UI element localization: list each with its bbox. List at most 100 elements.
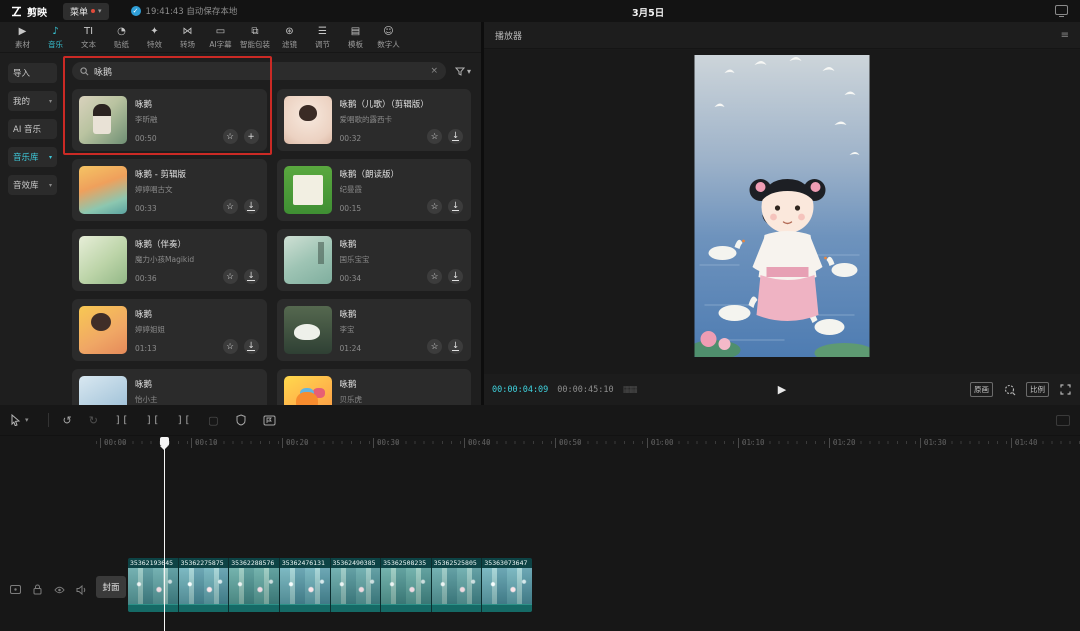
clear-search-icon[interactable]: ×	[430, 66, 438, 76]
mute-speaker-icon[interactable]	[76, 584, 87, 595]
music-title: 咏鹅	[340, 308, 465, 320]
player-menu-icon[interactable]: ≡	[1061, 30, 1069, 41]
tab-sticker[interactable]: ◔ 贴纸	[105, 25, 138, 50]
playhead-handle[interactable]	[160, 437, 169, 446]
tab-transition[interactable]: ⋈ 转场	[171, 25, 204, 50]
play-button[interactable]: ▶	[778, 383, 786, 396]
music-card[interactable]: 咏鹅 - 剪辑版 婷婷唱古文 00:33 ☆ ↓	[72, 159, 267, 221]
favorite-star-icon[interactable]: ☆	[427, 269, 442, 284]
frame-grid-icon[interactable]: ▦▦	[623, 385, 636, 395]
sidebar-item-sound-effects[interactable]: 音效库 ▾	[8, 175, 57, 195]
clip-footer	[482, 604, 532, 612]
main-area: ▶ 素材 ♪ 音乐 TI 文本 ◔ 贴纸 ✦ 特效	[0, 22, 1080, 405]
favorite-star-icon[interactable]: ☆	[223, 129, 238, 144]
favorite-star-icon[interactable]: ☆	[223, 339, 238, 354]
video-clip[interactable]: 35362525805	[432, 558, 483, 612]
sidebar-item-music-library[interactable]: 音乐库 ▾	[8, 147, 57, 167]
sidebar-item-ai-music[interactable]: AI 音乐	[8, 119, 57, 139]
download-icon[interactable]: ↓	[448, 199, 463, 214]
ruler-label: 00:00	[100, 438, 127, 448]
chevron-down-icon: ▾	[467, 67, 471, 76]
trim-left-icon[interactable]: ][	[146, 415, 160, 426]
video-clip[interactable]: 35362275875	[179, 558, 230, 612]
select-cursor-button[interactable]: ▾	[10, 414, 29, 426]
redo-button[interactable]: ↻	[89, 414, 98, 427]
original-quality-button[interactable]: 原画	[970, 382, 993, 397]
download-icon[interactable]: ↓	[244, 269, 259, 284]
sticker-icon: ◔	[117, 25, 126, 38]
tab-music[interactable]: ♪ 音乐	[39, 25, 72, 50]
video-clip[interactable]: 35362193645	[128, 558, 179, 612]
video-clip[interactable]: 35362508235	[381, 558, 432, 612]
tab-filter[interactable]: ⊛ 滤镜	[273, 25, 306, 50]
tab-adjust[interactable]: ☰ 调节	[306, 25, 339, 50]
lock-icon[interactable]	[32, 584, 43, 595]
music-card[interactable]: 咏鹅 李昕融 00:50 ☆ +	[72, 89, 267, 151]
music-card[interactable]: 咏鹅 怡小主	[72, 369, 267, 405]
playhead[interactable]	[164, 437, 165, 631]
video-preview[interactable]	[695, 55, 870, 357]
search-icon	[80, 67, 89, 76]
mask-shield-button[interactable]	[236, 414, 246, 426]
tab-smart-packaging[interactable]: ⧉ 智能包装	[237, 25, 273, 50]
download-icon[interactable]: ↓	[448, 339, 463, 354]
tab-template[interactable]: ▤ 模板	[339, 25, 372, 50]
music-card[interactable]: 咏鹅 贝乐虎	[277, 369, 472, 405]
music-duration: 00:34	[340, 274, 362, 283]
ruler-label: 00:50	[555, 438, 582, 448]
tab-media[interactable]: ▶ 素材	[6, 25, 39, 50]
menu-label: 菜单	[70, 5, 88, 18]
video-clip[interactable]: 35362288576	[229, 558, 280, 612]
favorite-star-icon[interactable]: ☆	[223, 269, 238, 284]
current-timecode: 00:00:04:09	[492, 385, 548, 395]
download-icon[interactable]: ↓	[244, 339, 259, 354]
search-input[interactable]: 咏鹅 ×	[72, 62, 446, 80]
aspect-ratio-button[interactable]: 比例	[1026, 382, 1049, 397]
music-artist: 李宝	[340, 324, 465, 335]
tab-text[interactable]: TI 文本	[72, 25, 105, 50]
filter-button[interactable]: ▾	[455, 67, 471, 76]
favorite-star-icon[interactable]: ☆	[427, 339, 442, 354]
main-track-toggle-icon[interactable]	[10, 584, 21, 595]
trim-right-icon[interactable]: ][	[177, 415, 191, 426]
display-icon[interactable]	[1055, 5, 1068, 15]
split-icon[interactable]: ][	[115, 415, 129, 426]
music-title: 咏鹅	[135, 308, 260, 320]
download-icon[interactable]: ↓	[448, 129, 463, 144]
music-card[interactable]: 咏鹅 婷婷姐姐 01:13 ☆ ↓	[72, 299, 267, 361]
download-icon[interactable]: ↓	[244, 199, 259, 214]
tab-ai-subtitle[interactable]: ▭ AI字幕	[204, 25, 237, 50]
tab-effects[interactable]: ✦ 特效	[138, 25, 171, 50]
video-clip[interactable]: 35362490385	[331, 558, 382, 612]
music-card[interactable]: 咏鹅 国乐宝宝 00:34 ☆ ↓	[277, 229, 472, 291]
menu-button[interactable]: 菜单 ▾	[63, 3, 109, 20]
clip-thumbnails	[128, 568, 178, 604]
delete-button[interactable]: ▢	[208, 414, 218, 427]
cover-button[interactable]: 封面	[96, 576, 126, 598]
download-icon[interactable]: ↓	[448, 269, 463, 284]
music-card[interactable]: 咏鹅（朗读版） 纪曼霞 00:15 ☆ ↓	[277, 159, 472, 221]
timeline-settings-icon[interactable]	[1056, 415, 1070, 426]
ruler-label: 01:20	[829, 438, 856, 448]
preview-zoom-icon[interactable]	[1003, 383, 1016, 396]
marker-button[interactable]	[263, 415, 276, 426]
tab-digital-human[interactable]: ☺ 数字人	[372, 25, 405, 50]
favorite-star-icon[interactable]: ☆	[223, 199, 238, 214]
music-card[interactable]: 咏鹅（伴奏） 魔力小孩Magikid 00:36 ☆ ↓	[72, 229, 267, 291]
ruler-label: 00:30	[373, 438, 400, 448]
music-card-grid: 咏鹅 李昕融 00:50 ☆ + 咏鹅（	[72, 89, 471, 405]
sidebar-item-mine[interactable]: 我的 ▾	[8, 91, 57, 111]
library-tab-bar: ▶ 素材 ♪ 音乐 TI 文本 ◔ 贴纸 ✦ 特效	[0, 22, 481, 53]
favorite-star-icon[interactable]: ☆	[427, 129, 442, 144]
music-card[interactable]: 咏鹅（儿歌）（剪辑版） 爱唱歌的露西卡 00:32 ☆ ↓	[277, 89, 472, 151]
eye-icon[interactable]	[54, 584, 65, 595]
add-to-track-icon[interactable]: +	[244, 129, 259, 144]
fullscreen-icon[interactable]	[1059, 383, 1072, 396]
video-clip[interactable]: 35362476131	[280, 558, 331, 612]
video-clip[interactable]: 35363073647	[482, 558, 532, 612]
favorite-star-icon[interactable]: ☆	[427, 199, 442, 214]
sidebar-item-import[interactable]: 导入	[8, 63, 57, 83]
ruler-label: 01:40	[1011, 438, 1038, 448]
undo-button[interactable]: ↺	[63, 414, 72, 427]
music-card[interactable]: 咏鹅 李宝 01:24 ☆ ↓	[277, 299, 472, 361]
